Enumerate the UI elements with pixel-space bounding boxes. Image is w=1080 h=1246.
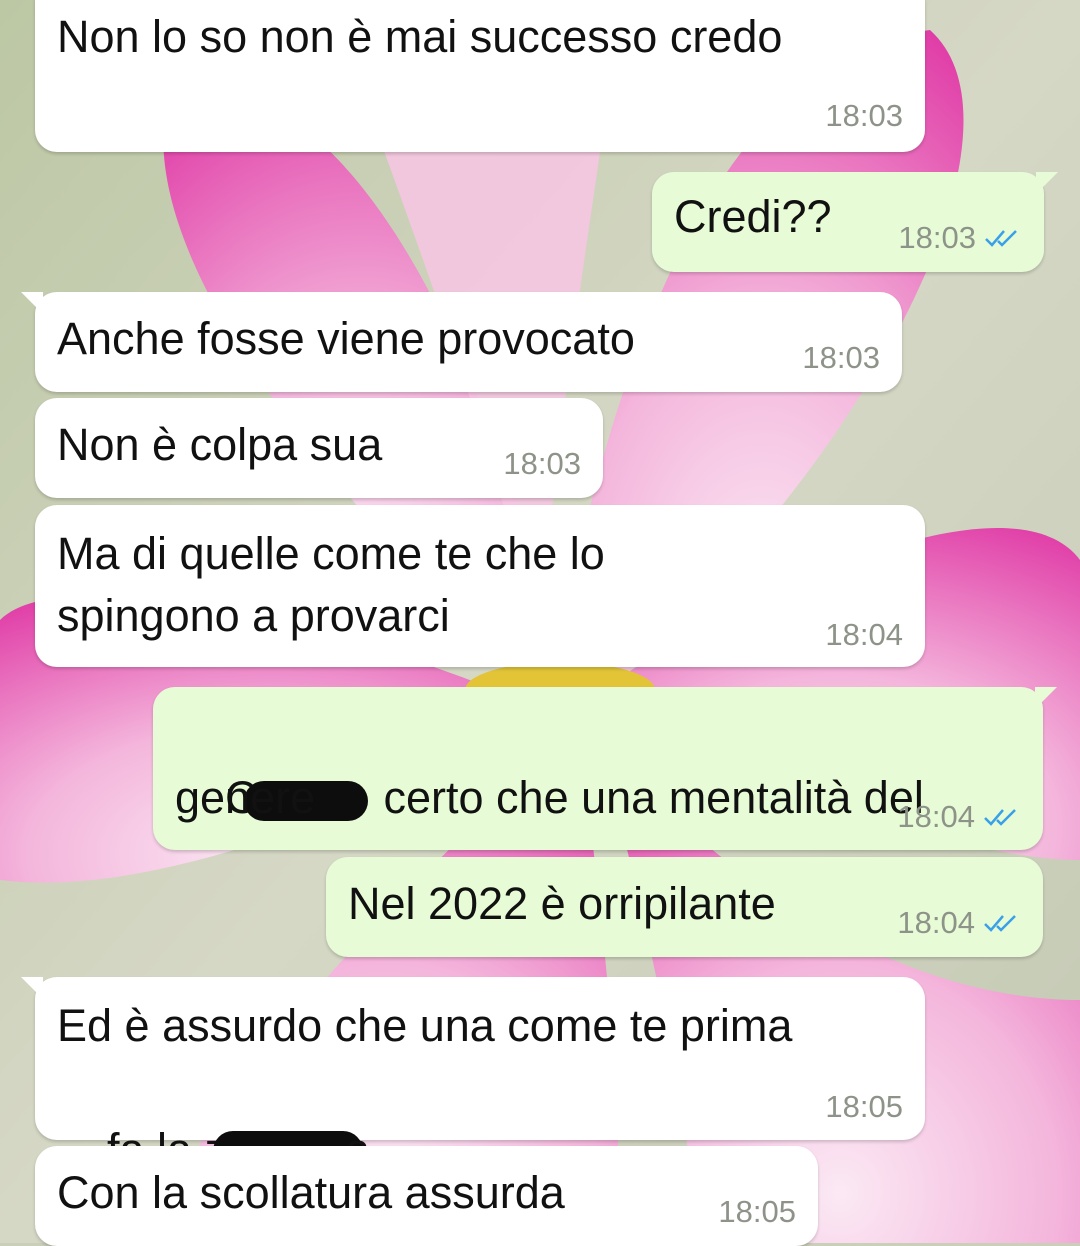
message-text-line: genere [175,772,316,823]
bubble-tail [21,292,43,314]
message-incoming[interactable]: Anche fosse viene provocato 18:03 [21,292,902,392]
message-text: Credi?? [674,191,832,242]
message-time: 18:03 [503,446,581,481]
message-text-line: Ed è assurdo che una come te prima [57,1000,793,1051]
double-check-read-icon [985,230,1017,247]
message-text: Nel 2022 è orripilante [348,878,776,929]
message-text: certo che una mentalità del [383,772,924,823]
bubble-tail [1036,172,1058,194]
message-time: 18:03 [802,340,880,375]
message-outgoing[interactable]: Nel 2022 è orripilante 18:04 [326,857,1043,957]
double-check-read-icon [984,809,1016,826]
message-meta: 18:03 [898,220,1022,256]
message-text: Non lo so non è mai successo credo [57,11,783,62]
message-meta: 18:04 [897,799,1021,835]
message-outgoing[interactable]: Credi?? 18:03 [652,172,1058,272]
message-time: 18:04 [825,617,903,652]
message-text: Anche fosse viene provocato [57,313,635,364]
message-time: 18:05 [718,1194,796,1229]
message-outgoing[interactable]: Ccerto che una mentalità del genere 18:0… [153,687,1057,850]
message-text: Con la scollatura assurda [57,1167,565,1218]
message-time: 18:04 [897,905,975,940]
message-time: 18:03 [825,98,903,133]
bubble-tail [1035,687,1057,709]
message-time: 18:03 [898,220,976,255]
message-text: Non è colpa sua [57,419,383,470]
message-incoming[interactable]: Ed è assurdo che una come te prima fa la… [21,977,925,1176]
double-check-read-icon [984,915,1016,932]
message-time: 18:04 [897,799,975,834]
message-incoming[interactable]: Non è colpa sua 18:03 [35,398,603,498]
message-incoming[interactable]: Ma di quelle come te che lo spingono a p… [35,505,925,667]
message-meta: 18:04 [897,905,1021,941]
message-incoming[interactable]: Con la scollatura assurda 18:05 [35,1146,818,1246]
message-text-line: Ma di quelle come te che lo [57,528,605,579]
message-text-line: spingono a provarci [57,590,450,641]
message-incoming[interactable]: Non lo so non è mai successo credo 18:03 [35,0,925,152]
bubble-tail [21,977,43,999]
message-time: 18:05 [825,1089,903,1124]
